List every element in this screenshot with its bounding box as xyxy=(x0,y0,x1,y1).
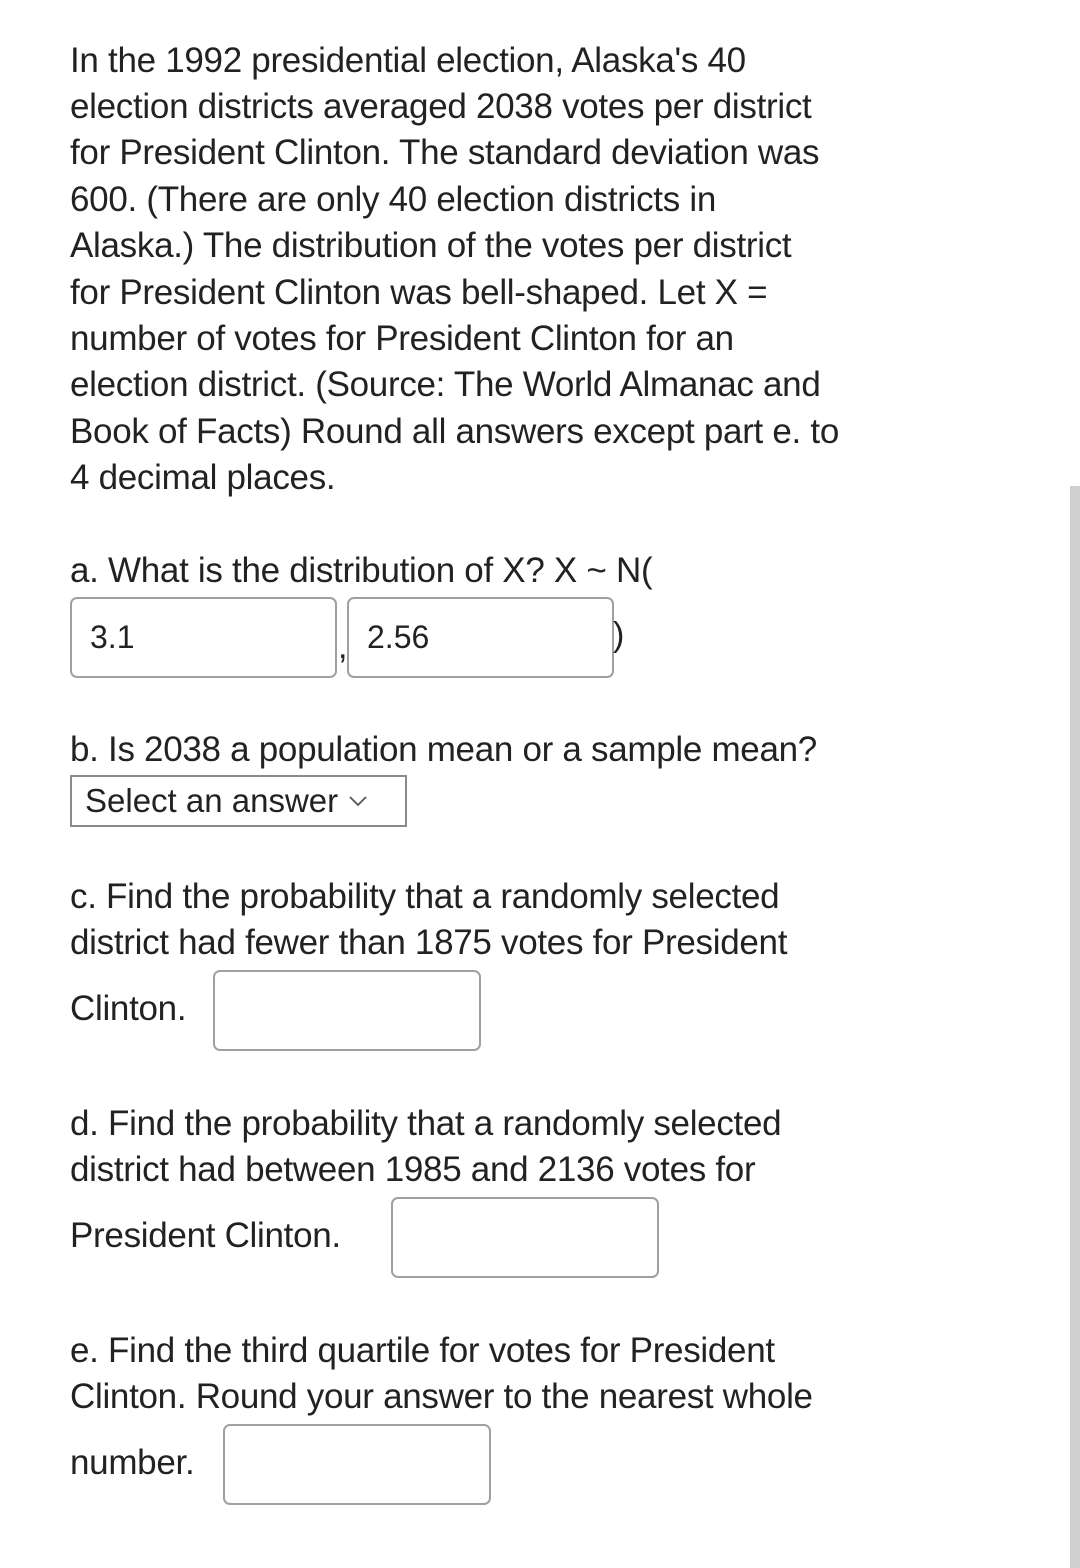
part-e-question-line: Clinton. Round your answer to the neares… xyxy=(70,1377,813,1416)
problem-text-line: Book of Facts) Round all answers except … xyxy=(70,412,839,451)
sd-input-value: 2.56 xyxy=(367,619,430,655)
part-c-question-line: district had fewer than 1875 votes for P… xyxy=(70,923,788,962)
mean-input-value: 3.1 xyxy=(90,619,135,655)
part-e-question-line: number. xyxy=(70,1443,195,1482)
part-e-question-line: e. Find the third quartile for votes for… xyxy=(70,1331,775,1370)
problem-text-line: for President Clinton. The standard devi… xyxy=(70,133,820,172)
part-c-question-line: Clinton. xyxy=(70,989,187,1028)
vertical-scrollbar[interactable] xyxy=(1070,486,1080,1568)
part-d-answer-input[interactable] xyxy=(391,1197,659,1278)
select-value: Select an answer xyxy=(85,782,339,819)
part-d-question-line: district had between 1985 and 2136 votes… xyxy=(70,1150,756,1189)
problem-text-line: Alaska.) The distribution of the votes p… xyxy=(70,226,792,265)
chevron-down-icon xyxy=(348,795,368,807)
part-c-question-line: c. Find the probability that a randomly … xyxy=(70,877,780,916)
problem-text-line: 4 decimal places. xyxy=(70,458,336,497)
problem-text-line: for President Clinton was bell-shaped. L… xyxy=(70,273,768,312)
problem-text-line: In the 1992 presidential election, Alask… xyxy=(70,41,746,80)
problem-text-line: 600. (There are only 40 election distric… xyxy=(70,180,716,219)
part-e-answer-input[interactable] xyxy=(223,1424,491,1505)
problem-text-line: election districts averaged 2038 votes p… xyxy=(70,87,812,126)
part-b-question: b. Is 2038 a population mean or a sample… xyxy=(70,730,817,769)
mean-input[interactable]: 3.1 xyxy=(70,597,337,678)
part-d-question-line: President Clinton. xyxy=(70,1216,341,1255)
problem-text-line: number of votes for President Clinton fo… xyxy=(70,319,734,358)
part-d-question-line: d. Find the probability that a randomly … xyxy=(70,1104,782,1143)
problem-text-line: election district. (Source: The World Al… xyxy=(70,365,821,404)
part-c-answer-input[interactable] xyxy=(213,970,481,1051)
population-or-sample-select[interactable]: Select an answer xyxy=(70,775,407,827)
part-a-question: a. What is the distribution of X? X ~ N( xyxy=(70,551,653,590)
sd-input[interactable]: 2.56 xyxy=(347,597,614,678)
close-paren: ) xyxy=(613,616,625,654)
